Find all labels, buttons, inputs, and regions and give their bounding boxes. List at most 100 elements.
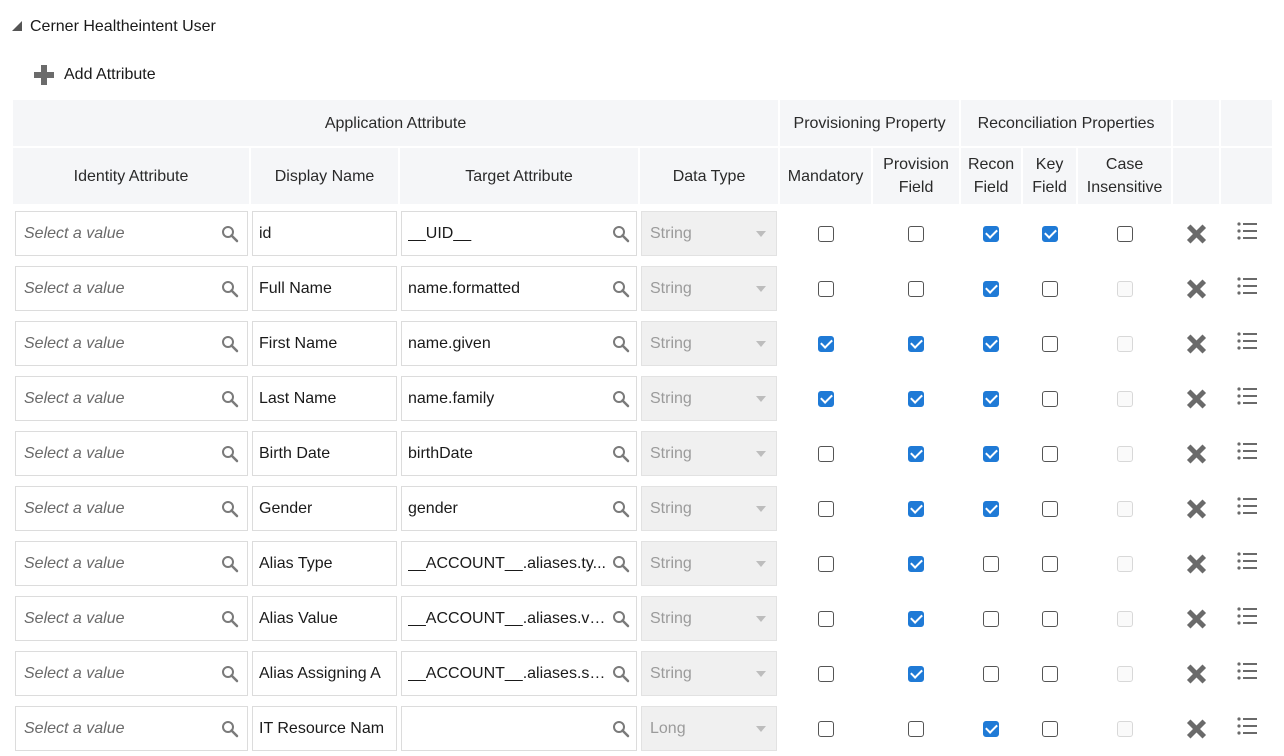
provision-field-checkbox[interactable] bbox=[908, 665, 925, 682]
target-attribute-input[interactable]: gender bbox=[401, 486, 637, 531]
provision-field-checkbox[interactable] bbox=[908, 555, 925, 572]
key-field-checkbox[interactable] bbox=[1041, 390, 1058, 407]
target-attribute-input[interactable]: birthDate bbox=[401, 431, 637, 476]
recon-field-checkbox[interactable] bbox=[983, 610, 1000, 627]
list-icon[interactable] bbox=[1236, 441, 1258, 461]
search-icon[interactable] bbox=[612, 610, 630, 628]
provision-field-checkbox[interactable] bbox=[908, 610, 925, 627]
search-icon[interactable] bbox=[612, 390, 630, 408]
search-icon[interactable] bbox=[221, 445, 239, 463]
close-icon[interactable] bbox=[1186, 389, 1206, 409]
identity-attribute-select[interactable]: Select a value bbox=[15, 651, 248, 696]
target-attribute-input[interactable]: __UID__ bbox=[401, 211, 637, 256]
key-field-checkbox[interactable] bbox=[1041, 720, 1058, 737]
list-icon[interactable] bbox=[1236, 221, 1258, 241]
list-icon[interactable] bbox=[1236, 716, 1258, 736]
recon-field-checkbox[interactable] bbox=[983, 335, 1000, 352]
provision-field-checkbox[interactable] bbox=[908, 225, 925, 242]
search-icon[interactable] bbox=[612, 665, 630, 683]
identity-attribute-select[interactable]: Select a value bbox=[15, 596, 248, 641]
list-icon[interactable] bbox=[1236, 331, 1258, 351]
search-icon[interactable] bbox=[221, 335, 239, 353]
display-name-input[interactable]: Alias Type bbox=[252, 541, 397, 586]
recon-field-checkbox[interactable] bbox=[983, 555, 1000, 572]
mandatory-checkbox[interactable] bbox=[817, 335, 834, 352]
target-attribute-input[interactable] bbox=[401, 706, 637, 751]
display-name-input[interactable]: id bbox=[252, 211, 397, 256]
provision-field-checkbox[interactable] bbox=[908, 445, 925, 462]
list-icon[interactable] bbox=[1236, 496, 1258, 516]
identity-attribute-select[interactable]: Select a value bbox=[15, 266, 248, 311]
recon-field-checkbox[interactable] bbox=[983, 445, 1000, 462]
search-icon[interactable] bbox=[221, 390, 239, 408]
display-name-input[interactable]: IT Resource Nam bbox=[252, 706, 397, 751]
target-attribute-input[interactable]: __ACCOUNT__.aliases.ty... bbox=[401, 541, 637, 586]
key-field-checkbox[interactable] bbox=[1041, 665, 1058, 682]
close-icon[interactable] bbox=[1186, 554, 1206, 574]
provision-field-checkbox[interactable] bbox=[908, 720, 925, 737]
close-icon[interactable] bbox=[1186, 664, 1206, 684]
provision-field-checkbox[interactable] bbox=[908, 390, 925, 407]
close-icon[interactable] bbox=[1186, 279, 1206, 299]
key-field-checkbox[interactable] bbox=[1041, 500, 1058, 517]
recon-field-checkbox[interactable] bbox=[983, 390, 1000, 407]
mandatory-checkbox[interactable] bbox=[817, 225, 834, 242]
provision-field-checkbox[interactable] bbox=[908, 335, 925, 352]
section-header[interactable]: Cerner Healtheintent User bbox=[12, 15, 216, 39]
mandatory-checkbox[interactable] bbox=[817, 665, 834, 682]
search-icon[interactable] bbox=[612, 445, 630, 463]
target-attribute-input[interactable]: name.family bbox=[401, 376, 637, 421]
search-icon[interactable] bbox=[221, 720, 239, 738]
key-field-checkbox[interactable] bbox=[1041, 280, 1058, 297]
target-attribute-input[interactable]: __ACCOUNT__.aliases.sy... bbox=[401, 651, 637, 696]
mandatory-checkbox[interactable] bbox=[817, 720, 834, 737]
close-icon[interactable] bbox=[1186, 719, 1206, 739]
search-icon[interactable] bbox=[221, 280, 239, 298]
close-icon[interactable] bbox=[1186, 609, 1206, 629]
mandatory-checkbox[interactable] bbox=[817, 555, 834, 572]
case-insensitive-checkbox[interactable] bbox=[1116, 225, 1133, 242]
search-icon[interactable] bbox=[221, 665, 239, 683]
mandatory-checkbox[interactable] bbox=[817, 500, 834, 517]
identity-attribute-select[interactable]: Select a value bbox=[15, 321, 248, 366]
identity-attribute-select[interactable]: Select a value bbox=[15, 376, 248, 421]
key-field-checkbox[interactable] bbox=[1041, 335, 1058, 352]
display-name-input[interactable]: Full Name bbox=[252, 266, 397, 311]
key-field-checkbox[interactable] bbox=[1041, 445, 1058, 462]
display-name-input[interactable]: Alias Assigning A bbox=[252, 651, 397, 696]
recon-field-checkbox[interactable] bbox=[983, 225, 1000, 242]
collapse-triangle-icon[interactable] bbox=[12, 21, 22, 31]
search-icon[interactable] bbox=[612, 225, 630, 243]
key-field-checkbox[interactable] bbox=[1041, 225, 1058, 242]
target-attribute-input[interactable]: name.given bbox=[401, 321, 637, 366]
close-icon[interactable] bbox=[1186, 334, 1206, 354]
identity-attribute-select[interactable]: Select a value bbox=[15, 541, 248, 586]
search-icon[interactable] bbox=[221, 500, 239, 518]
search-icon[interactable] bbox=[612, 335, 630, 353]
identity-attribute-select[interactable]: Select a value bbox=[15, 706, 248, 751]
display-name-input[interactable]: Gender bbox=[252, 486, 397, 531]
key-field-checkbox[interactable] bbox=[1041, 610, 1058, 627]
search-icon[interactable] bbox=[221, 555, 239, 573]
recon-field-checkbox[interactable] bbox=[983, 720, 1000, 737]
list-icon[interactable] bbox=[1236, 276, 1258, 296]
identity-attribute-select[interactable]: Select a value bbox=[15, 486, 248, 531]
identity-attribute-select[interactable]: Select a value bbox=[15, 431, 248, 476]
key-field-checkbox[interactable] bbox=[1041, 555, 1058, 572]
list-icon[interactable] bbox=[1236, 551, 1258, 571]
identity-attribute-select[interactable]: Select a value bbox=[15, 211, 248, 256]
list-icon[interactable] bbox=[1236, 386, 1258, 406]
search-icon[interactable] bbox=[221, 225, 239, 243]
mandatory-checkbox[interactable] bbox=[817, 445, 834, 462]
search-icon[interactable] bbox=[612, 720, 630, 738]
search-icon[interactable] bbox=[612, 280, 630, 298]
close-icon[interactable] bbox=[1186, 444, 1206, 464]
recon-field-checkbox[interactable] bbox=[983, 665, 1000, 682]
provision-field-checkbox[interactable] bbox=[908, 280, 925, 297]
display-name-input[interactable]: Birth Date bbox=[252, 431, 397, 476]
close-icon[interactable] bbox=[1186, 224, 1206, 244]
display-name-input[interactable]: Alias Value bbox=[252, 596, 397, 641]
display-name-input[interactable]: Last Name bbox=[252, 376, 397, 421]
target-attribute-input[interactable]: name.formatted bbox=[401, 266, 637, 311]
list-icon[interactable] bbox=[1236, 661, 1258, 681]
